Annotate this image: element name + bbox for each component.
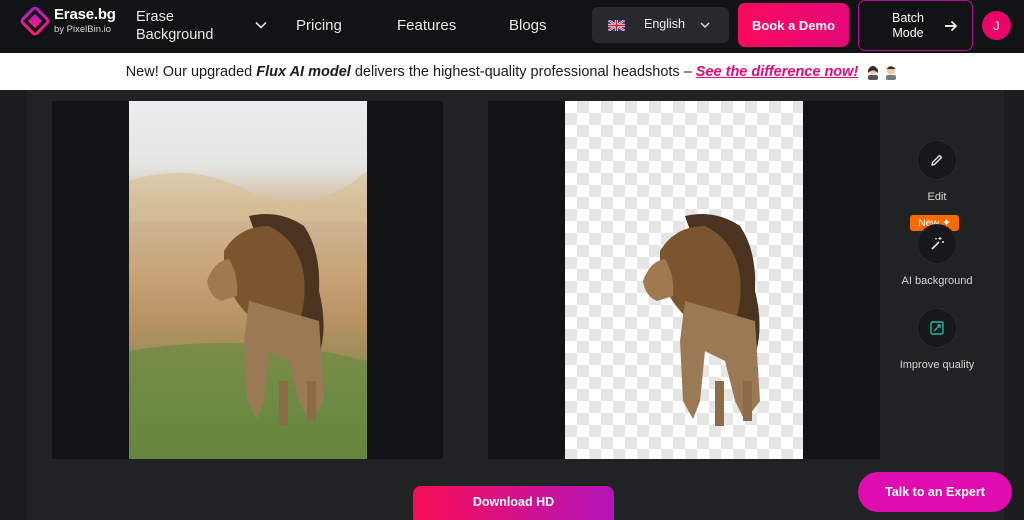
- magic-wand-icon: [931, 237, 944, 250]
- improve-quality-button[interactable]: [917, 308, 957, 348]
- logo-subtitle: by PixelBin.io: [54, 24, 112, 36]
- tool-improve-quality-label: Improve quality: [899, 359, 975, 371]
- batch-mode-button[interactable]: Batch Mode: [858, 0, 973, 51]
- book-demo-button[interactable]: Book a Demo: [738, 3, 849, 47]
- uk-flag-icon: [608, 20, 625, 31]
- tool-edit[interactable]: Edit: [887, 140, 987, 210]
- top-nav: Erase.bg by PixelBin.io Erase Background…: [0, 0, 1024, 53]
- banner-prefix: New! Our upgraded: [125, 63, 253, 80]
- tool-ai-background[interactable]: AI background: [887, 224, 987, 294]
- product-menu-line2: Background: [136, 27, 214, 43]
- lion-image: [129, 171, 367, 459]
- tool-edit-label: Edit: [927, 191, 947, 203]
- background-removed-photo: [565, 101, 803, 459]
- tool-improve-quality[interactable]: Improve quality: [887, 308, 987, 378]
- batch-mode-label: Batch Mode: [873, 11, 943, 41]
- user-avatar[interactable]: J: [982, 11, 1011, 40]
- nav-pricing[interactable]: Pricing: [296, 17, 342, 34]
- language-label: English: [644, 17, 685, 31]
- product-menu[interactable]: Erase Background: [136, 8, 213, 44]
- announcement-banner: New! Our upgraded Flux AI model delivers…: [0, 53, 1024, 90]
- logo-icon: [20, 6, 50, 36]
- talk-to-expert-button[interactable]: Talk to an Expert: [858, 472, 1012, 512]
- batch-mode-line1: Batch: [892, 11, 924, 25]
- enhance-icon: [930, 321, 944, 335]
- banner-model: Flux AI model: [256, 63, 351, 80]
- download-hd-button[interactable]: Download HD: [413, 486, 614, 520]
- language-select[interactable]: English: [592, 7, 729, 43]
- edit-button[interactable]: [917, 140, 957, 180]
- chevron-down-icon[interactable]: [254, 18, 268, 32]
- nav-features[interactable]: Features: [397, 17, 456, 34]
- lion-cutout-image: [643, 213, 760, 426]
- banner-cta-link[interactable]: See the difference now!: [696, 64, 859, 80]
- batch-mode-line2: Mode: [892, 26, 924, 40]
- chevron-down-icon: [700, 22, 710, 29]
- ai-background-button[interactable]: [917, 224, 957, 264]
- pencil-icon: [931, 154, 943, 166]
- logo[interactable]: Erase.bg by PixelBin.io: [20, 6, 116, 36]
- tool-ai-background-label: AI background: [901, 275, 973, 287]
- arrow-right-icon: [945, 20, 958, 32]
- nav-blogs[interactable]: Blogs: [509, 17, 547, 34]
- logo-title: Erase.bg: [54, 6, 116, 24]
- original-photo: [129, 101, 367, 459]
- people-emoji-icon: [866, 64, 898, 80]
- product-menu-line1: Erase: [136, 9, 174, 25]
- banner-middle: delivers the highest-quality professiona…: [354, 63, 692, 80]
